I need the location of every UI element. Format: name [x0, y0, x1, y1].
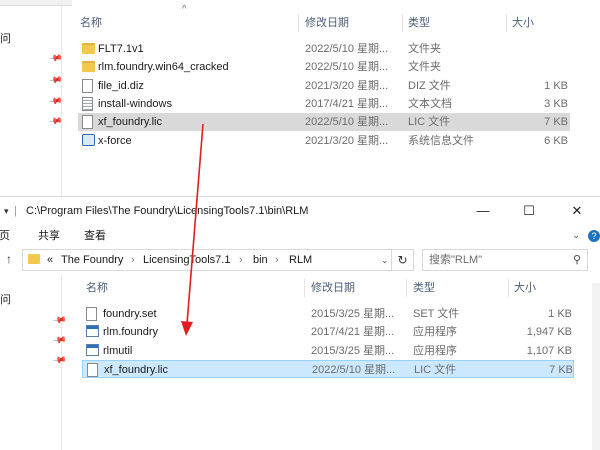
annotation-arrow [181, 123, 204, 336]
arrow-shaft [186, 123, 204, 325]
arrow-head [181, 321, 193, 336]
